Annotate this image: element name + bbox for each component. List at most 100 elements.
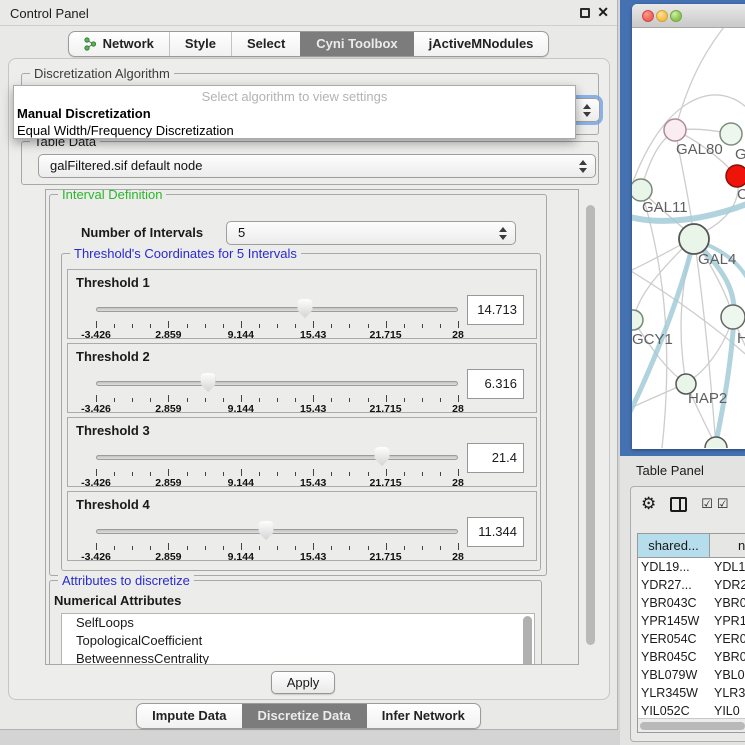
- slider-tick: [168, 321, 169, 328]
- network-canvas[interactable]: GAL80 GA C GAL11 GAL4 GCY1 H HAP2: [632, 28, 745, 448]
- slider-thumb[interactable]: [259, 521, 274, 540]
- slider-track[interactable]: [96, 381, 458, 386]
- select-all-checkbox-icon[interactable]: ☑: [717, 496, 730, 512]
- node-label-gal11: GAL11: [642, 199, 688, 216]
- tab-jactivemnodules[interactable]: jActiveMNodules: [413, 32, 549, 56]
- slider-track[interactable]: [96, 455, 458, 460]
- node-gal11[interactable]: [632, 179, 652, 201]
- slider-tick: [404, 324, 405, 328]
- list-scrollbar[interactable]: [523, 616, 532, 665]
- node-right-mid[interactable]: [721, 305, 745, 329]
- threshold-3-value-field[interactable]: 21.4: [467, 443, 524, 473]
- tab-style[interactable]: Style: [169, 32, 231, 56]
- columns-icon[interactable]: [670, 497, 687, 512]
- table-row[interactable]: YLR345WYLR3: [638, 684, 745, 702]
- slider-tick: [386, 395, 387, 402]
- slider-tick: [313, 395, 314, 402]
- minimize-traffic-light-icon[interactable]: [656, 10, 668, 22]
- node-bottom[interactable]: [705, 437, 727, 448]
- threshold-4-slider[interactable]: -3.4262.8599.14415.4321.71528: [96, 520, 458, 560]
- slider-tick: [205, 324, 206, 328]
- node-gal4[interactable]: [679, 224, 709, 254]
- tab-select[interactable]: Select: [231, 32, 300, 56]
- slider-tick: [187, 324, 188, 328]
- table-data-combobox[interactable]: galFiltered.sif default node: [38, 154, 596, 178]
- tab-impute-data[interactable]: Impute Data: [137, 704, 241, 728]
- slider-ticks: [96, 395, 458, 403]
- node-red-selected[interactable]: [726, 165, 745, 187]
- network-window: GAL80 GA C GAL11 GAL4 GCY1 H HAP2: [632, 4, 745, 449]
- numerical-attributes-list[interactable]: SelfLoopsTopologicalCoefficientBetweenne…: [61, 613, 535, 665]
- close-icon[interactable]: ✕: [597, 4, 609, 21]
- slider-scale-label: 28: [452, 329, 464, 341]
- table-row[interactable]: YBR045CYBR0: [638, 648, 745, 666]
- slider-tick: [331, 472, 332, 476]
- table-row[interactable]: YBR043CYBR0: [638, 594, 745, 612]
- slider-scale-label: 21.715: [370, 477, 402, 489]
- slider-thumb[interactable]: [297, 299, 312, 318]
- algorithm-option-equal-width[interactable]: Equal Width/Frequency Discretization: [17, 122, 572, 139]
- slider-tick: [386, 543, 387, 550]
- threshold-3-slider[interactable]: -3.4262.8599.14415.4321.71528: [96, 446, 458, 486]
- column-header-shared-name[interactable]: shared...: [638, 534, 710, 557]
- node-green[interactable]: [720, 123, 742, 145]
- table-row[interactable]: YPR145WYPR1: [638, 612, 745, 630]
- attribute-list-item[interactable]: SelfLoops: [62, 614, 534, 632]
- threshold-2-label: Threshold 2: [76, 349, 150, 364]
- attribute-list-item[interactable]: TopologicalCoefficient: [62, 632, 534, 650]
- attributes-group-title: Attributes to discretize: [58, 573, 194, 588]
- slider-scale-label: 2.859: [155, 551, 181, 563]
- slider-track[interactable]: [96, 307, 458, 312]
- slider-scale-label: 15.43: [300, 403, 326, 415]
- slider-tick: [422, 472, 423, 476]
- float-window-icon[interactable]: [580, 8, 590, 18]
- tab-discretize-data[interactable]: Discretize Data: [242, 704, 366, 728]
- tab-cyni-toolbox[interactable]: Cyni Toolbox: [300, 32, 412, 56]
- apply-button[interactable]: Apply: [271, 671, 335, 694]
- table-cell: YPR1: [710, 612, 745, 630]
- tab-infer-network[interactable]: Infer Network: [366, 704, 480, 728]
- table-row[interactable]: YDL19...YDL1: [638, 558, 745, 576]
- attribute-list-item[interactable]: BetweennessCentrality: [62, 650, 534, 665]
- algorithm-hint-option[interactable]: Select algorithm to view settings: [14, 89, 575, 104]
- num-intervals-combobox[interactable]: 5: [226, 221, 516, 245]
- threshold-1-value-field[interactable]: 14.713: [467, 295, 524, 325]
- control-panel-window: Control Panel ✕ Network Style Sel: [0, 0, 618, 730]
- slider-tick: [313, 321, 314, 328]
- algorithm-option-manual[interactable]: Manual Discretization: [17, 105, 572, 122]
- threshold-panel-2: Threshold 2 -3.4262.8599.14415.4321.7152…: [67, 343, 537, 413]
- node-gcy1[interactable]: [632, 310, 643, 330]
- numerical-attributes-heading: Numerical Attributes: [54, 593, 181, 608]
- node-pink[interactable]: [664, 119, 686, 141]
- zoom-traffic-light-icon[interactable]: [670, 10, 682, 22]
- table-horizontal-scrollbar[interactable]: [640, 722, 745, 730]
- table-horizontal-scrollbar-track[interactable]: [638, 718, 745, 732]
- threshold-2-slider[interactable]: -3.4262.8599.14415.4321.71528: [96, 372, 458, 412]
- slider-scale-label: 28: [452, 403, 464, 415]
- tab-network[interactable]: Network: [69, 32, 169, 56]
- slider-tick: [150, 546, 151, 550]
- control-panel-titlebar: Control Panel ✕: [0, 0, 617, 26]
- slider-tick: [368, 324, 369, 328]
- close-traffic-light-icon[interactable]: [642, 10, 654, 22]
- combo-arrows-icon: [582, 103, 591, 118]
- threshold-1-slider[interactable]: -3.4262.8599.14415.4321.71528: [96, 298, 458, 338]
- slider-thumb[interactable]: [201, 373, 216, 392]
- select-checkbox-icon[interactable]: ☑: [701, 496, 714, 512]
- slider-tick: [295, 324, 296, 328]
- table-row[interactable]: YDR27...YDR2: [638, 576, 745, 594]
- table-row[interactable]: YER054CYER0: [638, 630, 745, 648]
- slider-track[interactable]: [96, 529, 458, 534]
- gear-icon[interactable]: ⚙: [641, 495, 656, 513]
- threshold-4-value-field[interactable]: 11.344: [467, 517, 524, 547]
- tab-network-label: Network: [103, 32, 154, 56]
- threshold-2-value-field[interactable]: 6.316: [467, 369, 524, 399]
- slider-tick: [205, 472, 206, 476]
- viewport-scrollbar[interactable]: [586, 205, 595, 645]
- column-header-name[interactable]: na: [710, 534, 745, 557]
- slider-tick: [223, 546, 224, 550]
- slider-tick: [241, 395, 242, 402]
- slider-thumb[interactable]: [374, 447, 389, 466]
- slider-tick: [422, 398, 423, 402]
- table-row[interactable]: YBL079WYBL0: [638, 666, 745, 684]
